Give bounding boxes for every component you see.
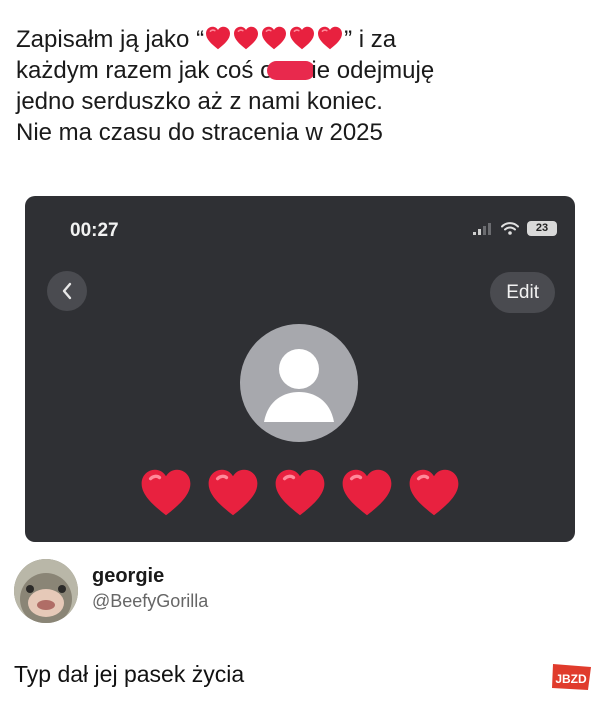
caption-line-2-start: każdym razem jak coś o [16, 57, 274, 84]
author-avatar[interactable] [14, 559, 78, 623]
author-name[interactable]: georgie [92, 565, 208, 588]
heart-icon [140, 468, 192, 517]
caption-line-1: Zapisałm ją jako “ ” i za [16, 24, 586, 55]
heart-icon [274, 468, 326, 517]
inline-hearts [204, 26, 344, 53]
status-bar-icons: 23 [473, 221, 557, 236]
caption-line-1-end: ” i za [344, 26, 397, 53]
author-handle[interactable]: @BeefyGorilla [92, 591, 208, 612]
fish-avatar-icon [14, 559, 78, 623]
heart-icon [289, 26, 315, 50]
jbzd-watermark-logo: JBZD [552, 664, 591, 690]
caption-line-2-end: ie odejmuję [311, 57, 435, 84]
heart-icon [408, 468, 460, 517]
phone-contact-screenshot: 00:27 23 Edit [25, 196, 575, 542]
edit-button[interactable]: Edit [490, 272, 555, 313]
redaction-mark [267, 61, 316, 80]
signal-icon [473, 222, 491, 235]
caption-line-1-start: Zapisałm ją jako “ [16, 26, 205, 53]
caption-line-4: Nie ma czasu do stracenia w 2025 [16, 119, 383, 146]
battery-icon: 23 [527, 221, 557, 236]
heart-icon [261, 26, 287, 50]
caption-line-3: jedno serduszko aż z nami koniec. [16, 88, 383, 115]
heart-icon [317, 26, 343, 50]
status-time: 00:27 [70, 220, 119, 241]
heart-icon [341, 468, 393, 517]
tweet-text: Typ dał jej pasek życia [14, 661, 245, 687]
tweet-author: georgie @BeefyGorilla [14, 559, 208, 623]
caption-text: Zapisałm ją jako “ ” i za każdym razem ja… [16, 24, 586, 148]
contact-avatar [240, 324, 358, 442]
heart-icon [233, 26, 259, 50]
chevron-left-icon [62, 282, 72, 300]
contact-name-hearts [140, 464, 460, 520]
svg-text:JBZD: JBZD [555, 672, 587, 686]
heart-icon [207, 468, 259, 517]
back-button[interactable] [47, 271, 87, 311]
caption-line-2: każdym razem jak coś o ie odejmuję [16, 55, 586, 86]
wifi-icon [501, 222, 519, 235]
person-placeholder-icon [264, 349, 334, 422]
heart-icon [205, 26, 231, 50]
